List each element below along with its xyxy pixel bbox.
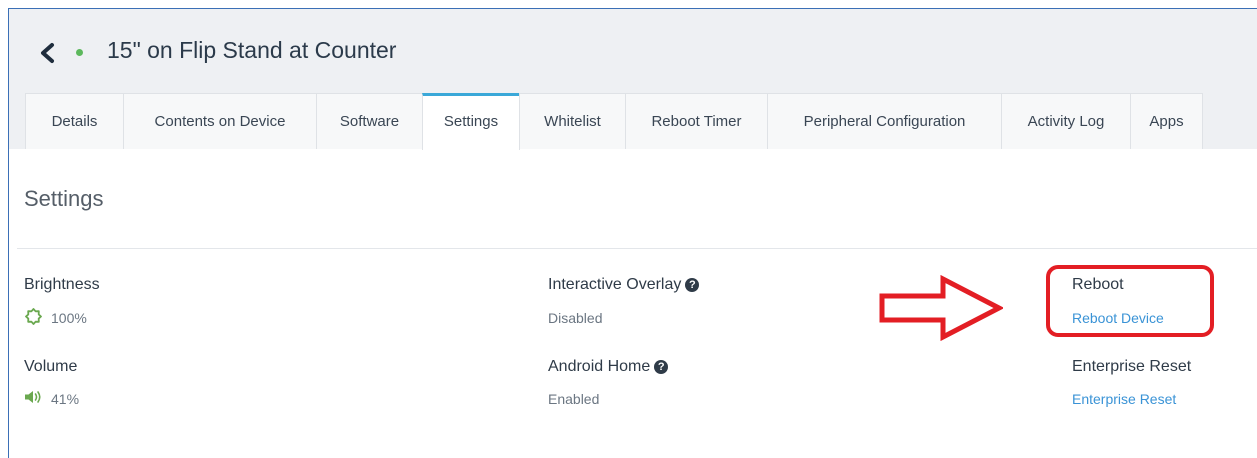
back-chevron-icon[interactable] [37, 42, 59, 64]
device-panel: 15" on Flip Stand at Counter Details Con… [8, 8, 1257, 458]
tab-whitelist[interactable]: Whitelist [519, 93, 626, 149]
enterprise-reset-link[interactable]: Enterprise Reset [1072, 391, 1176, 407]
android-home-value: Enabled [548, 391, 600, 407]
interactive-overlay-value: Disabled [548, 310, 603, 326]
android-home-label: Android Home? [548, 358, 669, 376]
brightness-icon [25, 308, 42, 325]
speaker-icon [25, 391, 41, 403]
help-icon[interactable]: ? [685, 278, 700, 292]
online-status-dot-icon [76, 49, 83, 56]
help-icon[interactable]: ? [654, 360, 669, 374]
settings-title: Settings [24, 186, 104, 211]
tab-bar: Details Contents on Device Software Sett… [25, 93, 1203, 150]
reboot-highlight-box [1046, 265, 1214, 337]
enterprise-reset-label: Enterprise Reset [1072, 358, 1192, 375]
brightness-value: 100% [51, 310, 87, 326]
volume-label: Volume [24, 358, 78, 375]
divider [17, 248, 1257, 249]
tab-peripheral-configuration[interactable]: Peripheral Configuration [767, 93, 1002, 149]
tab-details[interactable]: Details [25, 93, 124, 149]
tab-contents-on-device[interactable]: Contents on Device [123, 93, 317, 149]
interactive-overlay-label: Interactive Overlay? [548, 276, 700, 294]
device-header: 15" on Flip Stand at Counter Details Con… [9, 9, 1257, 150]
tab-activity-log[interactable]: Activity Log [1001, 93, 1131, 149]
tab-settings[interactable]: Settings [422, 93, 520, 150]
volume-value: 41% [51, 391, 80, 407]
interactive-overlay-text: Interactive Overlay [548, 276, 682, 293]
tab-apps[interactable]: Apps [1130, 93, 1203, 149]
tab-reboot-timer[interactable]: Reboot Timer [625, 93, 768, 149]
callout-arrow-icon [879, 275, 1003, 341]
tab-software[interactable]: Software [316, 93, 423, 149]
device-title: 15" on Flip Stand at Counter [107, 37, 397, 63]
android-home-text: Android Home [548, 358, 651, 375]
brightness-label: Brightness [24, 276, 100, 293]
